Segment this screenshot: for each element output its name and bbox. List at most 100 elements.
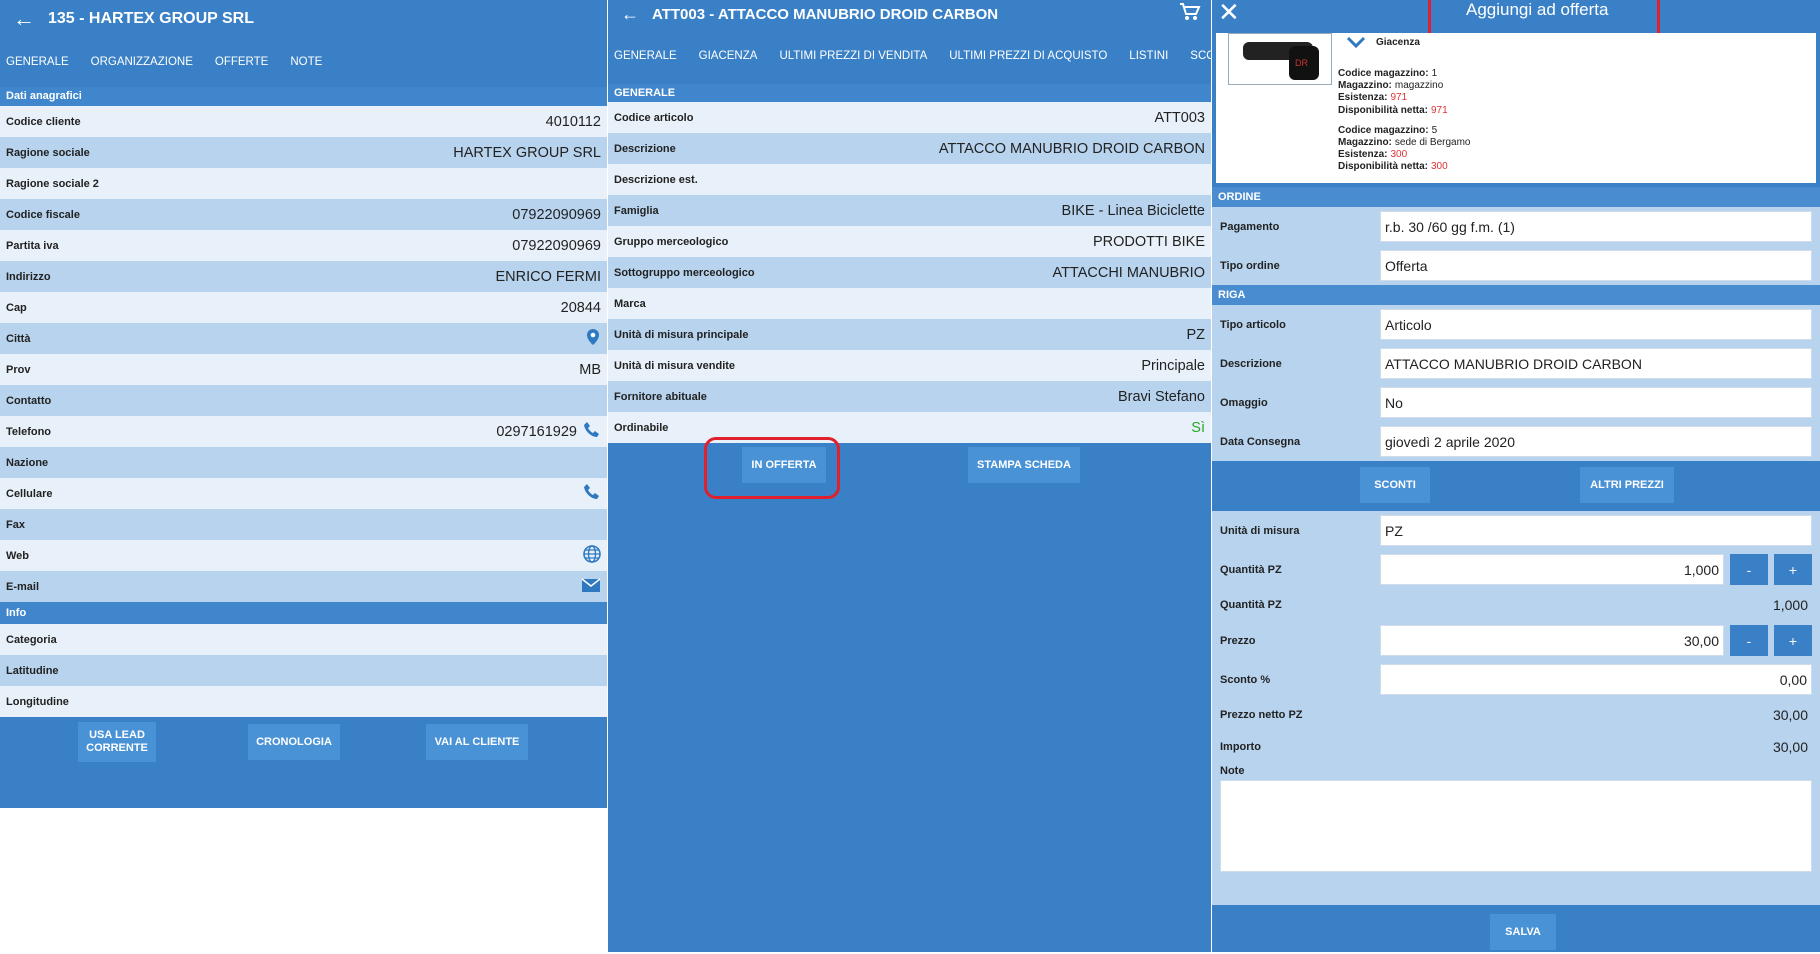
article-field-value: PZ [1186, 326, 1205, 343]
note-textarea[interactable] [1220, 780, 1812, 872]
back-arrow-icon[interactable]: ← [0, 6, 48, 32]
quantita-plus-button[interactable]: + [1774, 554, 1812, 585]
article-field-row: Unità di misura principale PZ [608, 319, 1211, 350]
stampa-scheda-button[interactable]: STAMPA SCHEDA [968, 447, 1080, 483]
customer-field-label: Cellulare [6, 487, 53, 500]
tab-giacenza[interactable]: GIACENZA [699, 50, 758, 62]
article-field-value: ATT003 [1154, 109, 1205, 126]
customer-field-value: 4010112 [545, 113, 601, 130]
vai-al-cliente-button[interactable]: VAI AL CLIENTE [426, 724, 528, 760]
customer-field-value: MB [579, 361, 601, 378]
article-field-label: Descrizione [614, 142, 676, 155]
sconti-button[interactable]: SCONTI [1360, 467, 1430, 503]
cronologia-button[interactable]: CRONOLOGIA [248, 724, 340, 760]
customer-field-value: HARTEX GROUP SRL [453, 144, 601, 161]
article-field-value: BIKE - Linea Biciclette [1061, 202, 1205, 219]
data-consegna-label: Data Consegna [1220, 435, 1301, 448]
phone-icon[interactable] [583, 483, 601, 504]
descrizione-label: Descrizione [1220, 357, 1282, 370]
tab-offerte[interactable]: OFFERTE [215, 56, 268, 68]
close-icon[interactable]: ✕ [1218, 0, 1240, 25]
customer-tabs: GENERALE ORGANIZZAZIONE OFFERTE NOTE [0, 37, 607, 87]
customer-field-row: Partita iva 07922090969 [0, 230, 607, 261]
tab-note[interactable]: NOTE [290, 56, 322, 68]
stock-disp-label: Disponibilità netta: [1338, 161, 1428, 173]
customer-field-row: Cellulare [0, 478, 607, 509]
customer-field-label: Contatto [6, 394, 52, 407]
back-arrow-icon[interactable]: ← [608, 4, 652, 25]
quantita-label: Quantità PZ [1220, 563, 1282, 576]
tipo-articolo-field[interactable]: Articolo [1380, 309, 1812, 340]
tab-ultimi-prezzi-acquisto[interactable]: ULTIMI PREZZI DI ACQUISTO [949, 50, 1107, 62]
customer-field-value: ENRICO FERMI [495, 268, 601, 285]
omaggio-label: Omaggio [1220, 396, 1268, 409]
globe-icon[interactable] [583, 545, 601, 566]
data-consegna-field[interactable]: giovedì 2 aprile 2020 [1380, 426, 1812, 457]
stock-entry: Codice magazzino: 1 Magazzino: magazzino Esi… [1338, 68, 1471, 117]
stock-codice-value: 5 [1431, 124, 1438, 136]
use-lead-button[interactable]: USA LEAD CORRENTE [78, 722, 156, 762]
customer-field-row: Codice fiscale 07922090969 [0, 199, 607, 230]
customer-field-value: 07922090969 [512, 206, 601, 223]
tipo-ordine-field[interactable]: Offerta [1380, 250, 1812, 281]
customer-field-label: Fax [6, 518, 25, 531]
customer-actions: USA LEAD CORRENTE CRONOLOGIA VAI AL CLIE… [0, 717, 607, 767]
phone-icon[interactable] [583, 421, 601, 442]
article-field-label: Unità di misura vendite [614, 359, 736, 372]
customer-field-row: Contatto [0, 385, 607, 416]
prezzo-plus-button[interactable]: + [1774, 625, 1812, 656]
pagamento-field[interactable]: r.b. 30 /60 gg f.m. (1) [1380, 211, 1812, 242]
stock-codice-value: 1 [1431, 68, 1438, 79]
salva-button[interactable]: SALVA [1490, 914, 1556, 950]
tab-sconti[interactable]: SCONTI [1190, 50, 1211, 62]
quantita-minus-button[interactable]: - [1730, 554, 1768, 585]
tab-organizzazione[interactable]: ORGANIZZAZIONE [91, 56, 193, 68]
tab-listini[interactable]: LISTINI [1129, 50, 1168, 62]
article-field-label: Unità di misura principale [614, 328, 749, 341]
mail-icon[interactable] [581, 577, 601, 596]
descrizione-field[interactable]: ATTACCO MANUBRIO DROID CARBON [1380, 348, 1812, 379]
quantita-input[interactable]: 1,000 [1380, 554, 1724, 585]
stock-disp-value: 300 [1431, 161, 1448, 173]
stock-es-value: 300 [1390, 149, 1408, 161]
tab-generale[interactable]: GENERALE [6, 56, 69, 68]
prezzo-netto-value: 30,00 [1772, 707, 1808, 723]
info-field-label: Longitudine [6, 695, 69, 708]
sconto-input[interactable]: 0,00 [1380, 664, 1812, 695]
highlight-in-offerta [704, 437, 840, 499]
omaggio-field[interactable]: No [1380, 387, 1812, 418]
article-field-label: Fornitore abituale [614, 390, 707, 403]
customer-field-row: Ragione sociale 2 [0, 168, 607, 199]
info-field-label: Categoria [6, 633, 57, 646]
prezzo-minus-button[interactable]: - [1730, 625, 1768, 656]
article-field-label: Sottogruppo merceologico [614, 266, 755, 279]
customer-field-label: Web [6, 549, 30, 562]
stock-disp-value: 971 [1431, 104, 1448, 116]
prezzo-input[interactable]: 30,00 [1380, 625, 1724, 656]
chevron-down-icon[interactable] [1346, 35, 1366, 54]
customer-field-row: Ragione sociale HARTEX GROUP SRL [0, 137, 607, 168]
tipo-ordine-label: Tipo ordine [1220, 259, 1280, 272]
svg-text:DR: DR [1295, 58, 1308, 68]
tab-generale[interactable]: GENERALE [614, 50, 677, 62]
pagamento-label: Pagamento [1220, 220, 1280, 233]
article-field-row: Marca [608, 288, 1211, 319]
article-field-value: ATTACCO MANUBRIO DROID CARBON [938, 140, 1205, 157]
cart-icon[interactable] [1179, 2, 1201, 27]
customer-field-label: Partita iva [6, 239, 59, 252]
customer-field-row: Codice cliente 4010112 [0, 106, 607, 137]
customer-toolbar: ← 135 - HARTEX GROUP SRL [0, 0, 607, 37]
location-pin-icon[interactable] [585, 328, 601, 349]
altri-prezzi-button[interactable]: ALTRI PREZZI [1580, 467, 1674, 503]
customer-field-value: 07922090969 [512, 237, 601, 254]
tab-ultimi-prezzi-vendita[interactable]: ULTIMI PREZZI DI VENDITA [779, 50, 927, 62]
customer-field-label: Cap [6, 301, 27, 314]
stock-es-label: Esistenza: [1338, 149, 1388, 161]
ordine-fields: Pagamento r.b. 30 /60 gg f.m. (1) Tipo or… [1212, 207, 1820, 285]
unita-misura-field[interactable]: PZ [1380, 515, 1812, 546]
customer-panel: ← 135 - HARTEX GROUP SRL GENERALE ORGANI… [0, 0, 607, 808]
info-field-row: Longitudine [0, 686, 607, 717]
article-field-row: Ordinabile Sì [608, 412, 1211, 443]
article-field-row: Unità di misura vendite Principale [608, 350, 1211, 381]
tipo-articolo-label: Tipo articolo [1220, 318, 1286, 331]
